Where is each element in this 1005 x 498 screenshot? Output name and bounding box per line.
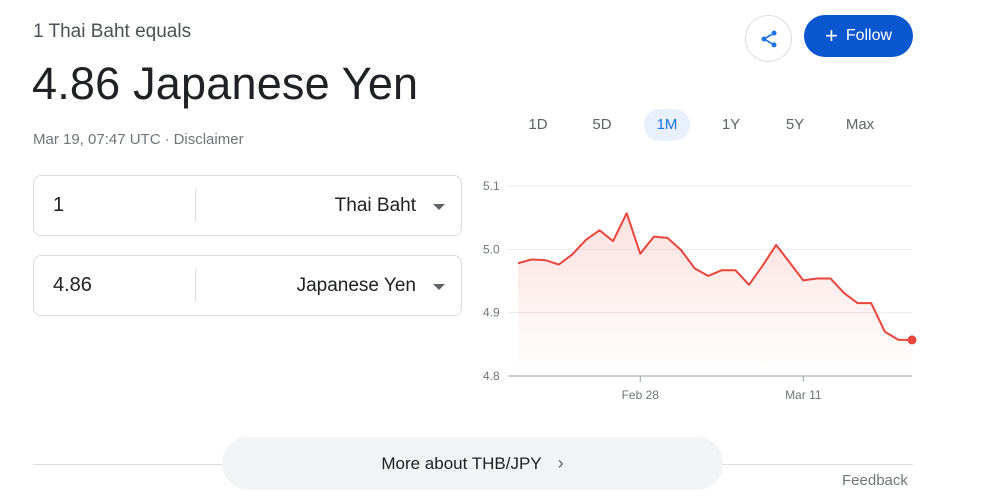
from-currency-row: Thai Baht xyxy=(33,175,462,236)
share-icon xyxy=(761,30,776,47)
current-value-point xyxy=(907,335,917,345)
exchange-rate-chart: 4.8 4.9 5.0 5.1 Feb 28 Mar 11 xyxy=(483,179,917,402)
chevron-right-icon: › xyxy=(557,453,564,473)
plus-icon: + xyxy=(824,23,838,48)
y-axis-labels: 4.8 4.9 5.0 5.1 xyxy=(483,179,500,383)
range-5d[interactable]: 5D xyxy=(581,109,623,141)
rate-meta: Mar 19, 07:47 UTC · Disclaimer xyxy=(33,131,244,148)
range-selector: 1D 5D 1M 1Y 5Y Max xyxy=(515,109,915,141)
feedback-link[interactable]: Feedback xyxy=(842,472,908,489)
to-currency-label: Japanese Yen xyxy=(296,274,416,296)
caret-down-icon xyxy=(433,283,445,290)
range-1m[interactable]: 1M xyxy=(644,109,690,141)
from-currency-label: Thai Baht xyxy=(334,194,416,216)
y-tick-label: 5.0 xyxy=(483,242,500,256)
y-tick-label: 4.9 xyxy=(483,306,500,320)
x-axis-labels: Feb 28 Mar 11 xyxy=(622,376,822,402)
more-about-label: More about THB/JPY xyxy=(381,453,542,473)
to-currency-select[interactable]: Japanese Yen xyxy=(197,257,462,314)
area-fill xyxy=(518,213,912,376)
to-currency-row: Japanese Yen xyxy=(33,255,462,316)
x-tick-label: Mar 11 xyxy=(785,388,822,402)
conversion-result: 4.86 Japanese Yen xyxy=(32,58,419,109)
share-button[interactable] xyxy=(745,15,792,62)
meta-separator: · xyxy=(164,131,170,148)
rate-timestamp: Mar 19, 07:47 UTC xyxy=(33,131,161,148)
caret-down-icon xyxy=(433,203,445,210)
range-1d[interactable]: 1D xyxy=(517,109,559,141)
divider xyxy=(195,189,196,222)
data-points xyxy=(907,335,917,345)
divider xyxy=(195,269,196,302)
from-amount-input[interactable] xyxy=(35,177,193,234)
range-max[interactable]: Max xyxy=(836,109,884,141)
x-tick-label: Feb 28 xyxy=(622,388,660,402)
conversion-subtitle: 1 Thai Baht equals xyxy=(33,21,192,42)
y-tick-label: 5.1 xyxy=(483,179,500,193)
y-tick-label: 4.8 xyxy=(483,369,500,383)
from-currency-select[interactable]: Thai Baht xyxy=(197,177,462,234)
more-about-button[interactable]: More about THB/JPY › xyxy=(222,437,723,490)
range-5y[interactable]: 5Y xyxy=(774,109,816,141)
range-1y[interactable]: 1Y xyxy=(710,109,752,141)
disclaimer-link[interactable]: Disclaimer xyxy=(174,131,244,148)
follow-label: Follow xyxy=(845,27,893,44)
follow-button[interactable]: + Follow xyxy=(804,15,913,57)
to-amount-input[interactable] xyxy=(35,257,193,314)
